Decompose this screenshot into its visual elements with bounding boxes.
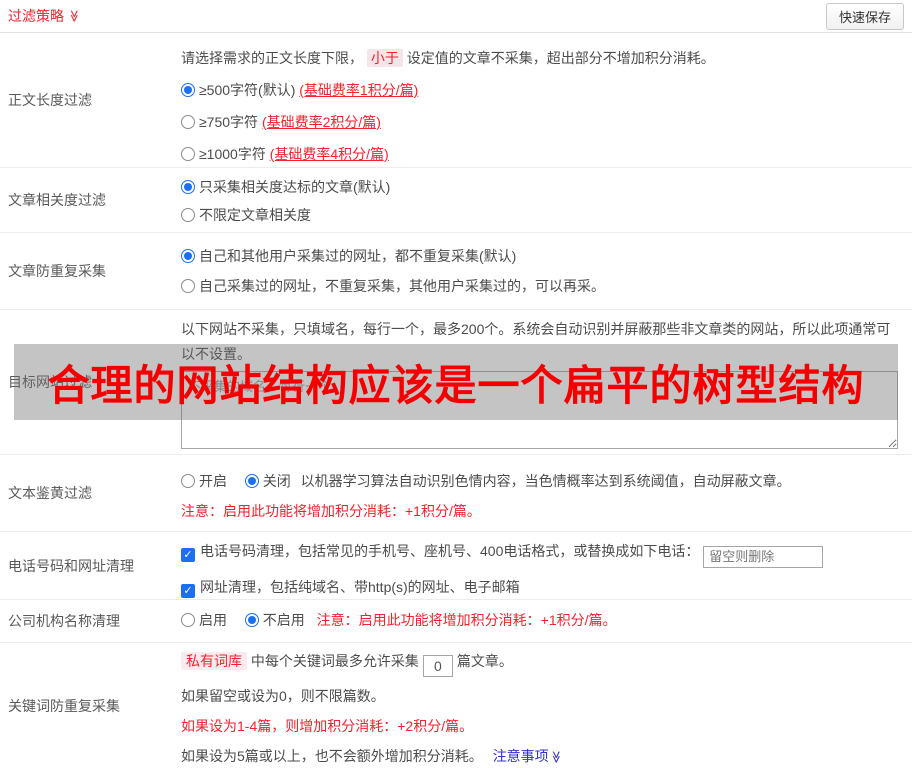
checkbox-option-label[interactable]: 电话号码清理，包括常见的手机号、座机号、400电话格式，或替换成如下电话： xyxy=(200,543,699,559)
radio-unchecked-icon[interactable] xyxy=(181,115,195,129)
checkbox-checked-icon[interactable] xyxy=(181,548,195,562)
porn-filter-desc: 以机器学习算法自动识别色情内容，当色情概率达到系统阈值，自动屏蔽文章。 xyxy=(300,473,791,489)
radio-option-relevance-off: 不限定文章相关度 xyxy=(181,204,898,226)
page-header: 过滤策略 ≫ 快速保存 xyxy=(0,0,912,33)
row-porn-filter: 文本鉴黄过滤 开启 关闭 以机器学习算法自动识别色情内容，当色情概率达到系统阈值… xyxy=(0,455,912,532)
radio-unchecked-icon[interactable] xyxy=(181,613,195,627)
radio-option-dedup-self: 自己采集过的网址，不重复采集，其他用户采集过的，可以再采。 xyxy=(181,275,898,297)
radio-option-label[interactable]: 自己采集过的网址，不重复采集，其他用户采集过的，可以再采。 xyxy=(199,278,605,294)
filter-strategy-page: 过滤策略 ≫ 快速保存 正文长度过滤 请选择需求的正文长度下限， 小于 设定值的… xyxy=(0,0,912,768)
radio-option-500: ≥500字符(默认) (基础费率1积分/篇) xyxy=(181,79,898,101)
keyword-limit-text: 中每个关键词最多允许采集 xyxy=(250,653,419,669)
porn-filter-options: 开启 关闭 以机器学习算法自动识别色情内容，当色情概率达到系统阈值，自动屏蔽文章… xyxy=(181,470,898,492)
chevron-double-down-icon[interactable]: ≫ xyxy=(67,10,81,23)
radio-option-1000: ≥1000字符 (基础费率4积分/篇) xyxy=(181,143,898,165)
radio-unchecked-icon[interactable] xyxy=(181,474,195,488)
row-label: 正文长度过滤 xyxy=(8,92,92,108)
notes-link[interactable]: 注意事项≫ xyxy=(493,748,563,764)
row-label: 公司机构名称清理 xyxy=(8,613,120,629)
replacement-phone-input[interactable] xyxy=(703,545,824,568)
watermark-overlay-banner: 合理的网站结构应该是一个扁平的树型结构 xyxy=(14,344,898,420)
radio-unchecked-icon[interactable] xyxy=(181,147,195,161)
radio-option-label[interactable]: 不限定文章相关度 xyxy=(199,207,311,223)
radio-checked-icon[interactable] xyxy=(181,83,195,97)
radio-checked-icon[interactable] xyxy=(244,474,259,488)
radio-option-label[interactable]: ≥750字符 xyxy=(199,114,258,130)
porn-filter-warning: 注意：启用此功能将增加积分消耗：+1积分/篇。 xyxy=(181,503,481,519)
company-cleanup-options: 启用 不启用 注意：启用此功能将增加积分消耗：+1积分/篇。 xyxy=(181,609,898,631)
radio-option-label[interactable]: 关闭 xyxy=(263,473,291,489)
keyword-note-five: 如果设为5篇或以上，也不会额外增加积分消耗。 注意事项≫ xyxy=(181,745,898,768)
row-content: 电话号码清理，包括常见的手机号、座机号、400电话格式，或替换成如下电话： 网址… xyxy=(181,532,912,599)
url-cleanup-option: 网址清理，包括纯域名、带http(s)的网址、电子邮箱 xyxy=(181,576,898,598)
checkbox-option-label[interactable]: 网址清理，包括纯域名、带http(s)的网址、电子邮箱 xyxy=(200,579,520,595)
keyword-note-five-text: 如果设为5篇或以上，也不会额外增加积分消耗。 xyxy=(181,748,483,764)
row-content: 请选择需求的正文长度下限， 小于 设定值的文章不采集，超出部分不增加积分消耗。 … xyxy=(181,33,912,167)
radio-option-relevance-on: 只采集相关度达标的文章(默认) xyxy=(181,176,898,198)
radio-option-label[interactable]: ≥500字符(默认) xyxy=(199,82,295,98)
row-label: 文章防重复采集 xyxy=(8,263,106,279)
radio-option-note: (基础费率4积分/篇) xyxy=(269,146,389,162)
row-phone-url-cleanup: 电话号码和网址清理 电话号码清理，包括常见的手机号、座机号、400电话格式，或替… xyxy=(0,532,912,600)
radio-option-label[interactable]: 自己和其他用户采集过的网址，都不重复采集(默认) xyxy=(199,248,516,264)
radio-option-label[interactable]: 不启用 xyxy=(263,612,305,628)
keyword-limit-line: 私有词库 中每个关键词最多允许采集 篇文章。 xyxy=(181,650,898,677)
target-site-desc-line1: 以下网站不采集，只填域名，每行一个，最多200个。系统会自动识别并屏蔽那些非文章… xyxy=(181,321,891,337)
keyword-limit-input[interactable] xyxy=(422,655,453,677)
row-content: 只采集相关度达标的文章(默认) 不限定文章相关度 xyxy=(181,168,912,232)
checkbox-checked-icon[interactable] xyxy=(181,583,195,598)
row-content: 启用 不启用 注意：启用此功能将增加积分消耗：+1积分/篇。 xyxy=(181,600,912,642)
row-label: 电话号码和网址清理 xyxy=(8,557,134,574)
row-label: 文本鉴黄过滤 xyxy=(8,485,92,501)
radio-option-label[interactable]: 只采集相关度达标的文章(默认) xyxy=(199,179,390,195)
row-label: 文章相关度过滤 xyxy=(8,192,106,208)
keyword-limit-unit: 篇文章。 xyxy=(456,653,513,669)
notes-link-label[interactable]: 注意事项 xyxy=(493,748,549,764)
radio-option-750: ≥750字符 (基础费率2积分/篇) xyxy=(181,111,898,133)
radio-unchecked-icon[interactable] xyxy=(181,208,195,222)
row-label: 关键词防重复采集 xyxy=(8,697,120,714)
company-cleanup-warning: 注意：启用此功能将增加积分消耗：+1积分/篇。 xyxy=(316,612,617,628)
row-relevance-filter: 文章相关度过滤 只采集相关度达标的文章(默认) 不限定文章相关度 xyxy=(0,168,912,233)
row-company-name-cleanup: 公司机构名称清理 启用 不启用 注意：启用此功能将增加积分消耗：+1积分/篇。 xyxy=(0,600,912,643)
radio-option-label[interactable]: 开启 xyxy=(199,473,227,489)
radio-option-dedup-all: 自己和其他用户采集过的网址，都不重复采集(默认) xyxy=(181,245,898,267)
row-content: 开启 关闭 以机器学习算法自动识别色情内容，当色情概率达到系统阈值，自动屏蔽文章… xyxy=(181,455,912,531)
private-lexicon-badge: 私有词库 xyxy=(181,652,247,670)
content-length-desc: 请选择需求的正文长度下限， 小于 设定值的文章不采集，超出部分不增加积分消耗。 xyxy=(181,47,898,69)
desc-text-after: 设定值的文章不采集，超出部分不增加积分消耗。 xyxy=(406,50,715,66)
radio-checked-icon[interactable] xyxy=(181,180,195,194)
less-than-badge: 小于 xyxy=(366,49,403,67)
radio-option-label[interactable]: ≥1000字符 xyxy=(199,146,266,162)
desc-text-before: 请选择需求的正文长度下限， xyxy=(181,50,363,66)
keyword-note-cost: 如果设为1-4篇，则增加积分消耗：+2积分/篇。 xyxy=(181,718,474,734)
radio-unchecked-icon[interactable] xyxy=(181,279,195,293)
page-title[interactable]: 过滤策略 xyxy=(8,6,64,26)
row-keyword-dedup: 关键词防重复采集 私有词库 中每个关键词最多允许采集 篇文章。 如果留空或设为0，… xyxy=(0,643,912,768)
radio-checked-icon[interactable] xyxy=(244,613,259,627)
row-dedup-collection: 文章防重复采集 自己和其他用户采集过的网址，都不重复采集(默认) 自己采集过的网… xyxy=(0,233,912,310)
row-content: 自己和其他用户采集过的网址，都不重复采集(默认) 自己采集过的网址，不重复采集，… xyxy=(181,233,912,309)
row-content: 私有词库 中每个关键词最多允许采集 篇文章。 如果留空或设为0，则不限篇数。 如果… xyxy=(181,643,912,768)
chevron-double-down-icon: ≫ xyxy=(548,750,563,764)
quick-save-button[interactable]: 快速保存 xyxy=(825,2,904,30)
phone-cleanup-option: 电话号码清理，包括常见的手机号、座机号、400电话格式，或替换成如下电话： xyxy=(181,540,898,568)
watermark-text: 合理的网站结构应该是一个扁平的树型结构 xyxy=(47,361,865,409)
radio-checked-icon[interactable] xyxy=(181,249,195,263)
radio-option-label[interactable]: 启用 xyxy=(199,612,227,628)
row-content-length-filter: 正文长度过滤 请选择需求的正文长度下限， 小于 设定值的文章不采集，超出部分不增… xyxy=(0,33,912,168)
radio-option-note: (基础费率1积分/篇) xyxy=(299,82,419,98)
radio-option-note: (基础费率2积分/篇) xyxy=(261,114,381,130)
keyword-note-zero: 如果留空或设为0，则不限篇数。 xyxy=(181,688,385,704)
